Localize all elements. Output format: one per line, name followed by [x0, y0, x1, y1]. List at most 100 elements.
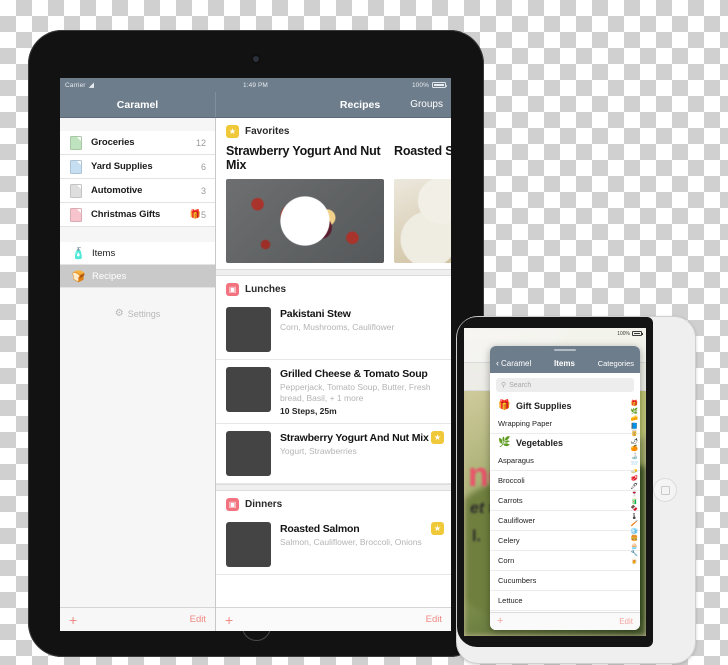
sidebar-item-recipes[interactable]: 🍞 Recipes: [60, 265, 215, 288]
items-list[interactable]: 🎁 Gift Supplies Wrapping Paper 🌿 Vegetab…: [490, 397, 640, 612]
sidebar-top-gap: [60, 118, 215, 131]
list-page-icon: [70, 159, 82, 174]
popover-toolbar: + Edit: [490, 612, 640, 630]
settings-button[interactable]: ⚙ Settings: [115, 308, 161, 319]
category-index-icon[interactable]: 🎁: [630, 401, 637, 407]
sidebar-item-groceries[interactable]: Groceries 12: [60, 131, 215, 155]
favorite-star-badge[interactable]: ★: [431, 522, 444, 536]
popover-grabber[interactable]: [490, 346, 640, 353]
favorite-card[interactable]: Strawberry Yogurt And Nut Mix: [226, 144, 384, 263]
search-placeholder: Search: [509, 381, 532, 389]
status-bar: 100%: [464, 328, 646, 339]
list-item[interactable]: Celery: [490, 531, 640, 551]
category-index-icon[interactable]: 🧀: [630, 416, 637, 422]
list-item[interactable]: Broccoli: [490, 471, 640, 491]
front-camera-icon: [253, 56, 259, 62]
category-index-icon[interactable]: 🍶: [630, 454, 637, 460]
category-index-icon[interactable]: 🍺: [630, 559, 637, 565]
category-index-icon[interactable]: 🧃: [630, 499, 637, 505]
category-index-icon[interactable]: 🥫: [630, 431, 637, 437]
list-item[interactable]: Asparagus: [490, 451, 640, 471]
recipe-ingredients: Yogurt, Strawberries: [280, 446, 357, 457]
category-index-icon[interactable]: 🪥: [630, 521, 637, 527]
sidebar-item-automotive[interactable]: Automotive 3: [60, 179, 215, 203]
background-text-line3: l.: [472, 528, 481, 545]
edit-lists-button[interactable]: Edit: [190, 614, 206, 625]
sidebar-item-items[interactable]: 🧴 Items: [60, 242, 215, 265]
carrier-label: Carrier: [65, 81, 86, 89]
recipe-name: Strawberry Yogurt And Nut Mix: [280, 432, 429, 445]
list-item[interactable]: Wrapping Paper: [490, 414, 640, 434]
category-index-icon[interactable]: 📨: [630, 461, 637, 467]
category-index-icon[interactable]: 🔧: [630, 551, 637, 557]
favorite-star-badge[interactable]: ★: [431, 431, 444, 445]
search-icon: ⚲: [501, 382, 507, 389]
ipad-mini-bezel: ne et t l. 100% ‹ Caramel Items Categori…: [457, 317, 653, 647]
table-row[interactable]: Grilled Cheese & Tomato Soup Pepperjack,…: [216, 360, 451, 425]
sidebar-toolbar: + Edit: [60, 607, 215, 631]
favorite-card-title: Strawberry Yogurt And Nut Mix: [226, 144, 381, 173]
category-index-icon[interactable]: 🌿: [630, 409, 637, 415]
recipes-scroll-view[interactable]: ★ Favorites Strawberry Yogurt And Nut Mi…: [216, 118, 451, 631]
category-index-icon[interactable]: 🥩: [630, 476, 637, 482]
category-index-icon[interactable]: 🧈: [630, 469, 637, 475]
groups-button[interactable]: Groups: [410, 99, 443, 110]
category-index-bar[interactable]: 🎁 🌿 🧀 📘 🥫 🌶 🍊 🍶 📨 🧈 🥩 🖊 🍷 🧃 🍫 🌡 🪥 🧊 🍔 🧁 🔧 🍺: [630, 401, 638, 565]
add-item-button[interactable]: +: [497, 616, 503, 627]
item-label: Broccoli: [498, 476, 525, 485]
star-badge-icon: ★: [226, 125, 239, 138]
list-item[interactable]: Cauliflower: [490, 511, 640, 531]
list-item[interactable]: Cucumbers: [490, 571, 640, 591]
item-label: Carrots: [498, 496, 523, 505]
category-index-icon[interactable]: 🌶: [630, 439, 638, 445]
section-divider: [216, 269, 451, 276]
edit-items-button[interactable]: Edit: [619, 617, 633, 626]
category-index-icon[interactable]: 🌡: [630, 514, 638, 520]
add-list-button[interactable]: +: [69, 613, 77, 627]
popover-navigation-bar: ‹ Caramel Items Categories: [490, 353, 640, 373]
sidebar-footer: ⚙ Settings: [60, 288, 215, 631]
recipe-thumbnail: [226, 431, 271, 477]
item-label: Corn: [498, 556, 515, 565]
table-row[interactable]: Pakistani Stew Corn, Mushrooms, Cauliflo…: [216, 300, 451, 360]
category-index-icon[interactable]: 🍊: [630, 446, 637, 452]
category-index-icon[interactable]: 🧁: [630, 544, 637, 550]
list-item[interactable]: Lettuce: [490, 591, 640, 611]
list-item[interactable]: Corn: [490, 551, 640, 571]
battery-percent-label: 100%: [617, 330, 630, 337]
edit-recipes-button[interactable]: Edit: [426, 614, 442, 625]
item-label: Cauliflower: [498, 516, 536, 525]
back-button[interactable]: ‹ Caramel: [496, 358, 532, 368]
ipad-device: Carrier ◢ 1:49 PM 100% Caramel Recipes G…: [28, 30, 484, 657]
sidebar-item-christmas-gifts[interactable]: Christmas Gifts 🎁 5: [60, 203, 215, 227]
category-index-icon[interactable]: 📘: [630, 424, 637, 430]
recipe-ingredients: Corn, Mushrooms, Cauliflower: [280, 322, 395, 332]
recipe-name: Grilled Cheese & Tomato Soup: [280, 368, 428, 380]
add-recipe-button[interactable]: +: [225, 613, 233, 627]
category-index-icon[interactable]: 🍔: [630, 536, 637, 542]
search-input[interactable]: ⚲ Search: [496, 378, 634, 392]
ipad-mini-device: ne et t l. 100% ‹ Caramel Items Categori…: [456, 316, 696, 664]
table-row[interactable]: Roasted Salmon Salmon, Cauliflower, Broc…: [216, 515, 451, 576]
categories-button[interactable]: Categories: [598, 359, 634, 368]
back-button-label: Caramel: [501, 358, 532, 368]
recipe-thumbnail: [226, 522, 271, 568]
category-index-icon[interactable]: 🍫: [630, 506, 637, 512]
search-bar-container: ⚲ Search: [490, 373, 640, 397]
section-header-lunches: ▣ Lunches: [216, 276, 451, 300]
category-header-gift-supplies: 🎁 Gift Supplies: [490, 397, 640, 414]
category-index-icon[interactable]: 🍷: [630, 491, 637, 497]
sidebar-item-label: Groceries: [91, 137, 135, 148]
favorite-card[interactable]: Roasted Salmon: [394, 144, 451, 263]
sidebar-item-yard-supplies[interactable]: Yard Supplies 6: [60, 155, 215, 179]
table-row[interactable]: Strawberry Yogurt And Nut Mix Yogurt, St…: [216, 424, 451, 485]
list-item[interactable]: Carrots: [490, 491, 640, 511]
favorites-carousel[interactable]: Strawberry Yogurt And Nut Mix Roasted Sa…: [216, 142, 451, 269]
sidebar-item-label: Items: [92, 247, 116, 259]
category-index-icon[interactable]: 🖊: [630, 484, 638, 490]
home-button[interactable]: [653, 478, 677, 502]
detail-title: Recipes: [339, 98, 381, 111]
category-index-icon[interactable]: 🧊: [630, 529, 637, 535]
recipe-thumbnail: [226, 367, 271, 412]
recipe-name: Roasted Salmon: [280, 523, 360, 536]
